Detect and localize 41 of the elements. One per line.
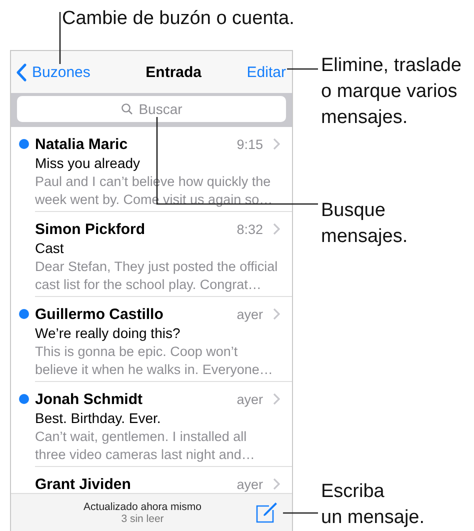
chevron-right-icon bbox=[273, 223, 280, 235]
search-icon bbox=[120, 103, 133, 115]
chevron-left-icon bbox=[16, 62, 27, 82]
chevron-right-icon bbox=[273, 393, 280, 405]
message-time: 8:32 bbox=[236, 222, 263, 236]
callout-text: Escriba un mensaje. bbox=[321, 480, 426, 530]
back-button[interactable]: Buzones bbox=[16, 62, 90, 82]
chevron-right-icon bbox=[273, 308, 280, 320]
message-time: ayer bbox=[236, 392, 263, 406]
edit-button[interactable]: Editar bbox=[246, 64, 286, 80]
message-subject: Cast bbox=[35, 239, 65, 258]
callout-text: Cambie de buzón o cuenta. bbox=[62, 7, 296, 31]
leader-line bbox=[59, 12, 61, 64]
callout-text: Elimine, traslade o marque varios mensajes. bbox=[321, 54, 462, 130]
message-row[interactable]: Guillermo Castillo ayer We’re really doing this? This is gonna be epic. Coop won’t believe it when he walks in. Everyone… bbox=[11, 297, 292, 382]
mailbox-title: Entrada bbox=[146, 64, 202, 80]
leader-line bbox=[287, 68, 318, 70]
leader-line bbox=[283, 512, 318, 514]
sender-name: Natalia Maric bbox=[35, 136, 129, 152]
callout-text: Busque mensajes. bbox=[321, 199, 409, 249]
message-row[interactable]: Grant Jividen ayer bbox=[11, 467, 292, 493]
message-row[interactable]: Simon Pickford 8:32 Cast Dear Stefan, They just posted the official cast list for the school play. Congrat… bbox=[11, 212, 292, 297]
message-subject: Best. Birthday. Ever. bbox=[35, 409, 162, 428]
message-subject: We’re really doing this? bbox=[35, 324, 182, 343]
message-preview: Can’t wait, gentlemen. I installed all three video cameras last night and… bbox=[35, 428, 256, 464]
compose-icon[interactable] bbox=[254, 500, 278, 524]
message-preview: This is gonna be epic. Coop won’t believe it when he walks in. Everyone… bbox=[35, 343, 274, 379]
message-time: ayer bbox=[236, 306, 263, 322]
sender-name: Grant Jividen bbox=[35, 476, 132, 492]
message-row[interactable]: Jonah Schmidt ayer Best. Birthday. Ever. Can’t wait, gentlemen. I installed all three video cameras last night and… bbox=[11, 382, 292, 467]
sender-name: Guillermo Castillo bbox=[35, 306, 164, 322]
message-time: ayer bbox=[236, 476, 263, 492]
sender-name: Jonah Schmidt bbox=[35, 390, 144, 408]
message-time: 9:15 bbox=[236, 136, 263, 152]
unread-count: 3 sin leer bbox=[121, 512, 164, 524]
sender-name: Simon Pickford bbox=[35, 220, 146, 238]
chevron-right-icon bbox=[273, 138, 280, 150]
message-subject: Miss you already bbox=[35, 154, 142, 173]
update-status: Actualizado ahora mismo bbox=[84, 500, 202, 512]
chevron-right-icon bbox=[273, 478, 280, 490]
message-preview: Dear Stefan, They just posted the official cast list for the school play. Congrat… bbox=[35, 258, 279, 294]
